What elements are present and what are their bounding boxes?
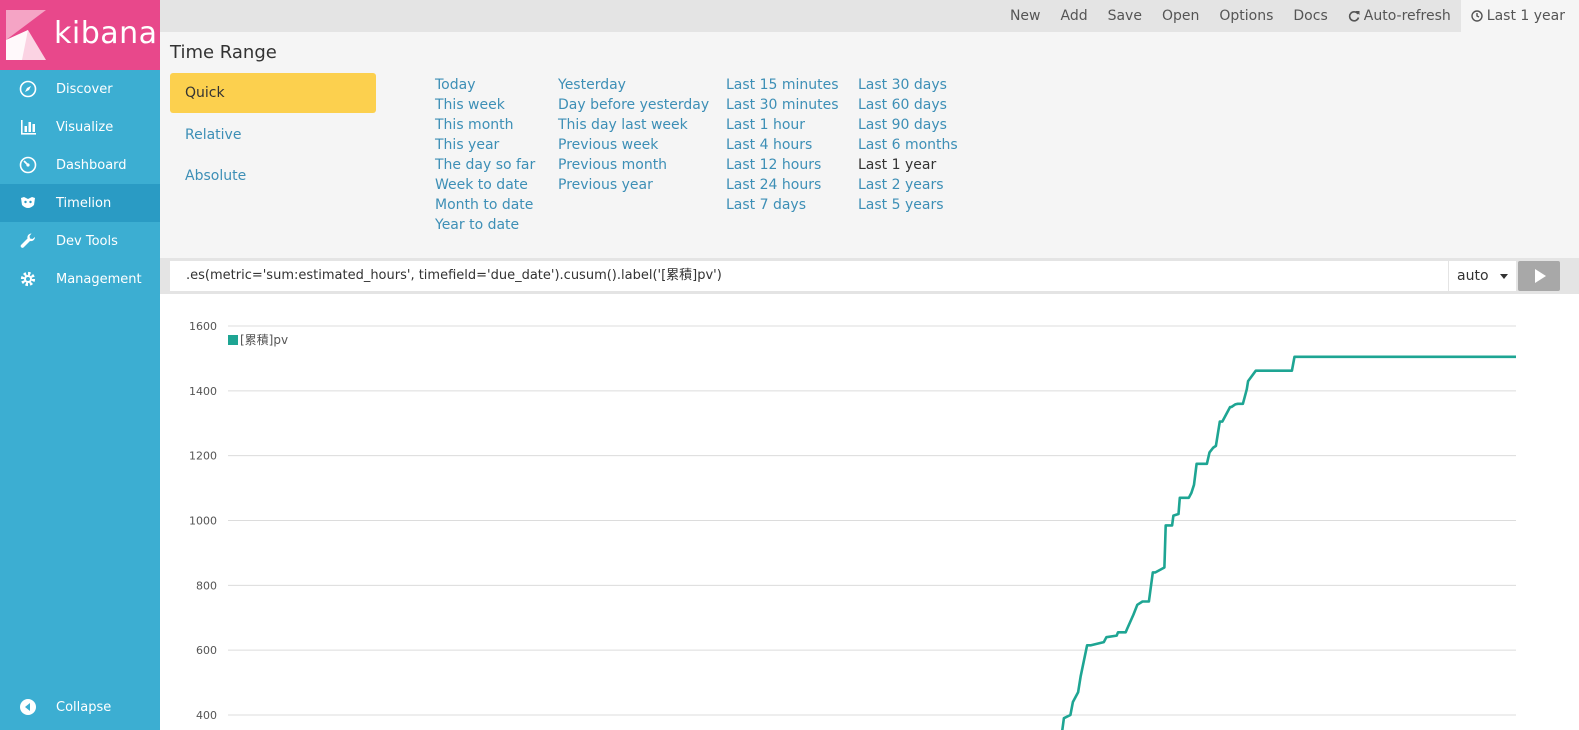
quick-item[interactable]: Last 30 minutes: [726, 95, 839, 115]
kibana-logo[interactable]: kibana: [0, 0, 160, 70]
compass-icon: [0, 80, 56, 98]
quick-item[interactable]: Last 5 years: [858, 195, 958, 215]
timepicker-label: Last 1 year: [1486, 8, 1565, 24]
quick-item[interactable]: Last 15 minutes: [726, 75, 839, 95]
quick-item[interactable]: Yesterday: [558, 75, 709, 95]
quick-item[interactable]: Last 6 months: [858, 135, 958, 155]
sidebar-item-label: Dev Tools: [56, 233, 118, 249]
auto-refresh-label: Auto-refresh: [1363, 8, 1451, 24]
quick-item[interactable]: Last 2 years: [858, 175, 958, 195]
quick-item[interactable]: Today: [435, 75, 535, 95]
expression-bar: .es(metric='sum:estimated_hours', timefi…: [160, 258, 1579, 294]
quick-item[interactable]: Previous year: [558, 175, 709, 195]
quick-column-4: Last 30 days Last 60 days Last 90 days L…: [858, 75, 958, 215]
quick-column-3: Last 15 minutes Last 30 minutes Last 1 h…: [726, 75, 839, 215]
quick-item[interactable]: The day so far: [435, 155, 535, 175]
caret-down-icon: [1500, 274, 1508, 279]
gear-icon: [0, 270, 56, 288]
collapse-button[interactable]: Collapse: [0, 688, 160, 726]
sidebar-item-timelion[interactable]: Timelion: [0, 184, 160, 222]
quick-item[interactable]: This year: [435, 135, 535, 155]
mode-relative[interactable]: Relative: [170, 115, 376, 155]
quick-item[interactable]: Last 30 days: [858, 75, 958, 95]
sidebar-item-dashboard[interactable]: Dashboard: [0, 146, 160, 184]
play-icon: [1535, 269, 1546, 283]
open-button[interactable]: Open: [1152, 0, 1209, 32]
sidebar-item-label: Discover: [56, 81, 113, 97]
time-range-title: Time Range: [170, 42, 277, 63]
quick-item[interactable]: Last 4 hours: [726, 135, 839, 155]
collapse-label: Collapse: [56, 699, 112, 715]
quick-item[interactable]: Last 60 days: [858, 95, 958, 115]
new-button[interactable]: New: [1000, 0, 1051, 32]
sidebar-item-label: Timelion: [56, 195, 112, 211]
mode-quick[interactable]: Quick: [170, 73, 376, 113]
sidebar-item-label: Management: [56, 271, 142, 287]
quick-item[interactable]: Week to date: [435, 175, 535, 195]
quick-item-selected[interactable]: Last 1 year: [858, 155, 958, 175]
y-tick-label: 1600: [189, 320, 217, 333]
legend-label: [累積]pv: [240, 333, 289, 347]
quick-item[interactable]: This day last week: [558, 115, 709, 135]
quick-column-1: Today This week This month This year The…: [435, 75, 535, 235]
y-tick-label: 1000: [189, 515, 217, 528]
bar-chart-icon: [0, 118, 56, 136]
y-tick-label: 1400: [189, 385, 217, 398]
wrench-icon: [0, 232, 56, 250]
refresh-icon: [1348, 11, 1360, 22]
quick-item[interactable]: Month to date: [435, 195, 535, 215]
clock-icon: [1471, 10, 1483, 22]
timepicker-button[interactable]: Last 1 year: [1460, 0, 1579, 32]
expression-input[interactable]: .es(metric='sum:estimated_hours', timefi…: [170, 261, 1448, 291]
quick-item[interactable]: This month: [435, 115, 535, 135]
legend-swatch: [228, 334, 238, 345]
quick-item[interactable]: Year to date: [435, 215, 535, 235]
options-button[interactable]: Options: [1209, 0, 1283, 32]
quick-item[interactable]: Last 90 days: [858, 115, 958, 135]
gauge-icon: [0, 156, 56, 174]
chart-legend[interactable]: [累積]pv: [228, 331, 288, 348]
sidebar-item-visualize[interactable]: Visualize: [0, 108, 160, 146]
quick-item[interactable]: This week: [435, 95, 535, 115]
time-range-panel: Time Range Quick Relative Absolute Today…: [160, 32, 1579, 258]
sidebar-item-discover[interactable]: Discover: [0, 70, 160, 108]
y-tick-label: 1200: [189, 450, 217, 463]
run-button[interactable]: [1518, 261, 1560, 291]
sidebar-item-dev-tools[interactable]: Dev Tools: [0, 222, 160, 260]
quick-item[interactable]: Last 1 hour: [726, 115, 839, 135]
interval-select[interactable]: auto: [1448, 261, 1516, 291]
top-nav: New Add Save Open Options Docs Auto-refr…: [160, 0, 1579, 32]
logo-text: kibana: [54, 16, 158, 51]
sidebar-item-label: Dashboard: [56, 157, 127, 173]
save-button[interactable]: Save: [1098, 0, 1152, 32]
sidebar: kibana Discover Visualize Dashboard Time…: [0, 0, 160, 730]
auto-refresh-button[interactable]: Auto-refresh: [1338, 0, 1461, 32]
timelion-icon: [0, 194, 56, 212]
kibana-logo-icon: [6, 10, 46, 60]
quick-item[interactable]: Last 12 hours: [726, 155, 839, 175]
y-tick-label: 800: [196, 579, 217, 592]
add-button[interactable]: Add: [1050, 0, 1097, 32]
interval-value: auto: [1457, 268, 1489, 284]
docs-button[interactable]: Docs: [1283, 0, 1337, 32]
y-tick-label: 400: [196, 709, 217, 722]
mode-absolute[interactable]: Absolute: [170, 156, 376, 196]
sidebar-item-management[interactable]: Management: [0, 260, 160, 298]
chart-panel: 400 600 800 1000 1200 1400 1600 [累積]pv: [160, 294, 1579, 730]
quick-item[interactable]: Previous month: [558, 155, 709, 175]
quick-item[interactable]: Previous week: [558, 135, 709, 155]
y-tick-label: 600: [196, 644, 217, 657]
quick-item[interactable]: Day before yesterday: [558, 95, 709, 115]
sidebar-item-label: Visualize: [56, 119, 114, 135]
quick-item[interactable]: Last 24 hours: [726, 175, 839, 195]
quick-column-2: Yesterday Day before yesterday This day …: [558, 75, 709, 195]
quick-item[interactable]: Last 7 days: [726, 195, 839, 215]
collapse-icon: [0, 698, 56, 716]
timelion-chart: 400 600 800 1000 1200 1400 1600: [189, 320, 1516, 730]
series-line: [1061, 355, 1516, 730]
